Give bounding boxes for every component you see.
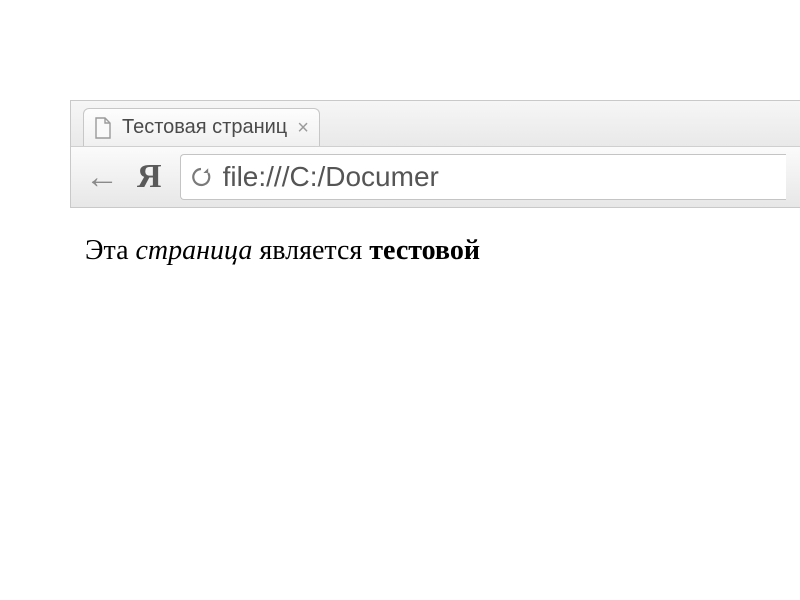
page-body-text: Эта страница является тестовой [85, 235, 480, 267]
text-plain: Эта [85, 235, 136, 266]
tab-title: Тестовая страниц [122, 116, 287, 139]
text-italic: страница [136, 235, 253, 266]
page-icon [94, 117, 112, 139]
address-bar[interactable]: file:///C:/Documer [180, 154, 786, 200]
browser-chrome: Тестовая страниц × ← Я file:///C:/Docume… [70, 100, 800, 208]
text-bold: тестовой [369, 235, 480, 266]
browser-tab[interactable]: Тестовая страниц × [83, 108, 320, 146]
text-plain: является [252, 235, 369, 266]
tab-strip: Тестовая страниц × [71, 101, 800, 147]
toolbar: ← Я file:///C:/Documer [71, 147, 800, 207]
address-url: file:///C:/Documer [223, 161, 439, 193]
yandex-logo[interactable]: Я [137, 158, 162, 196]
reload-icon[interactable] [189, 165, 213, 189]
back-button[interactable]: ← [85, 160, 119, 194]
close-icon[interactable]: × [297, 118, 309, 138]
